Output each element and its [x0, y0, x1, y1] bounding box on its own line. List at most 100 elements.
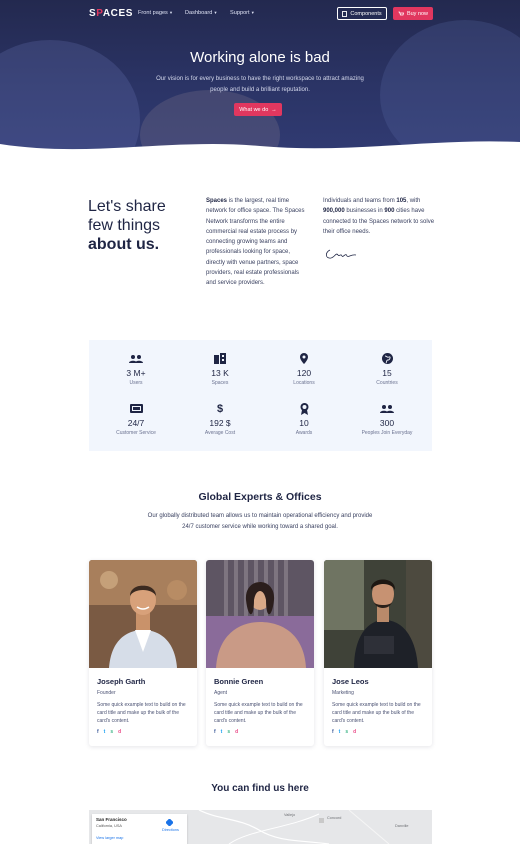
stat-label: Customer Service — [116, 430, 156, 436]
dribbble-icon[interactable]: d — [118, 729, 121, 735]
about-number: 900 — [384, 208, 395, 215]
hero-wave — [0, 141, 520, 158]
brand-name: Spaces — [206, 198, 228, 204]
stat-label: Peoples Join Everyday — [361, 430, 413, 436]
map-embed[interactable]: Vallejo Concord Danville San Francisco C… — [89, 810, 432, 844]
building-icon — [177, 352, 263, 365]
stat-users: 3 M+ Users — [93, 352, 179, 386]
slack-icon[interactable]: s — [227, 729, 230, 735]
slack-icon[interactable]: s — [345, 729, 348, 735]
map-city: San Francisco — [96, 817, 127, 822]
chevron-down-icon: ▾ — [214, 10, 217, 15]
view-larger-map-link[interactable]: View larger map — [96, 836, 123, 840]
nav-label: Front pages — [138, 10, 168, 16]
chevron-down-icon: ▾ — [169, 10, 173, 15]
about-text: Individuals and teams from — [323, 198, 397, 204]
nav-support[interactable]: Support ▾ — [230, 10, 254, 16]
what-we-do-button[interactable]: What we do → — [234, 103, 282, 116]
hero-title: Working alone is bad — [190, 49, 330, 66]
stat-countries: 15 Countries — [344, 352, 430, 386]
team-member-name: Joseph Garth — [97, 677, 146, 686]
team-member-name: Jose Leos — [332, 677, 369, 686]
ticket-icon — [93, 402, 179, 415]
stat-value: 120 — [296, 368, 312, 378]
logo[interactable]: SPACES — [89, 8, 133, 19]
stat-label: Countries — [376, 380, 398, 386]
team-member-description: Some quick example text to build on the … — [97, 702, 186, 724]
arrow-right-icon: → — [271, 106, 277, 113]
stat-value: 10 — [299, 418, 309, 428]
stat-locations: 120 Locations — [261, 352, 347, 386]
team-member-role: Agent — [214, 690, 228, 696]
map-place-label: Danville — [395, 824, 409, 828]
nav-label: Support — [230, 10, 250, 16]
social-links: f t s d — [97, 729, 121, 735]
facebook-icon[interactable]: f — [332, 729, 334, 735]
components-label: Components — [350, 10, 382, 17]
stat-label: Locations — [293, 380, 315, 386]
about-heading: Let's share few things about us. — [88, 197, 198, 254]
buy-now-label: Buy now — [406, 10, 429, 17]
nav-front-pages[interactable]: Front pages ▾ — [138, 10, 172, 16]
directions-icon[interactable] — [166, 819, 173, 826]
team-card[interactable]: Joseph Garth Founder Some quick example … — [89, 560, 197, 746]
twitter-icon[interactable]: t — [339, 729, 341, 735]
about-heading-line: few things — [88, 217, 161, 234]
stat-label: Average Cost — [204, 430, 236, 436]
stat-label: Awards — [295, 430, 313, 436]
team-member-description: Some quick example text to build on the … — [214, 702, 303, 724]
social-links: f t s d — [214, 729, 238, 735]
team-card[interactable]: Bonnie Green Agent Some quick example te… — [206, 560, 314, 746]
about-paragraph-2: Individuals and teams from 105, with 900… — [323, 196, 435, 237]
about-text: , with — [406, 198, 421, 204]
buy-now-button[interactable]: Buy now — [393, 7, 433, 20]
facebook-icon[interactable]: f — [97, 729, 99, 735]
map-title: You can find us here — [211, 783, 309, 794]
team-member-role: Founder — [97, 690, 116, 696]
team-card[interactable]: Jose Leos Marketing Some quick example t… — [324, 560, 432, 746]
about-text: businesses in — [344, 208, 385, 215]
stat-value: 15 — [382, 368, 392, 378]
dribbble-icon[interactable]: d — [353, 729, 356, 735]
team-photo — [206, 560, 314, 668]
stat-awards: 10 Awards — [261, 402, 347, 436]
map-info-card: San Francisco California, USA View large… — [92, 814, 187, 844]
people-join-icon — [344, 402, 430, 415]
about-text: is the largest, real time network for of… — [206, 198, 305, 287]
components-button[interactable]: Components — [337, 7, 387, 20]
about-paragraph-1: Spaces is the largest, real time network… — [206, 196, 310, 289]
stat-value: 300 — [379, 418, 395, 428]
twitter-icon[interactable]: t — [104, 729, 106, 735]
stat-label: Users — [129, 380, 143, 386]
logo-text: ACES — [102, 8, 133, 19]
stat-average-cost: $ 192 $ Average Cost — [177, 402, 263, 437]
team-member-description: Some quick example text to build on the … — [332, 702, 421, 724]
team-member-role: Marketing — [332, 690, 354, 696]
cart-icon — [398, 11, 404, 15]
map-place-label: Vallejo — [284, 813, 296, 817]
facebook-icon[interactable]: f — [214, 729, 216, 735]
team-subtitle: Our globally distributed team allows us … — [147, 513, 373, 530]
nav-dashboard[interactable]: Dashboard ▾ — [185, 10, 217, 16]
stat-value: 3 M+ — [126, 368, 146, 378]
map-pin-icon — [261, 352, 347, 365]
dollar-icon: $ — [216, 402, 224, 415]
dribbble-icon[interactable]: d — [235, 729, 238, 735]
stat-value: 24/7 — [127, 418, 145, 428]
users-icon — [93, 352, 179, 365]
about-number: 105 — [396, 198, 407, 204]
navbar: SPACES Front pages ▾ Dashboard ▾ Support ▾ … — [0, 0, 520, 28]
map-region: California, USA — [96, 824, 122, 828]
about-heading-line: Let's share — [88, 198, 166, 215]
nav-label: Dashboard — [185, 10, 213, 16]
twitter-icon[interactable]: t — [221, 729, 223, 735]
signature-image — [325, 249, 357, 259]
stats-panel: 3 M+ Users 13 K Spaces 120 Locations 15 … — [89, 340, 432, 451]
directions-link[interactable]: Directions — [162, 828, 179, 832]
book-icon — [342, 10, 348, 17]
chevron-down-icon: ▾ — [251, 10, 254, 15]
stat-peoples-join: 300 Peoples Join Everyday — [344, 402, 430, 436]
hero-section: SPACES Front pages ▾ Dashboard ▾ Support ▾ … — [0, 0, 520, 158]
map-place-label: Concord — [327, 816, 342, 820]
slack-icon[interactable]: s — [110, 729, 113, 735]
